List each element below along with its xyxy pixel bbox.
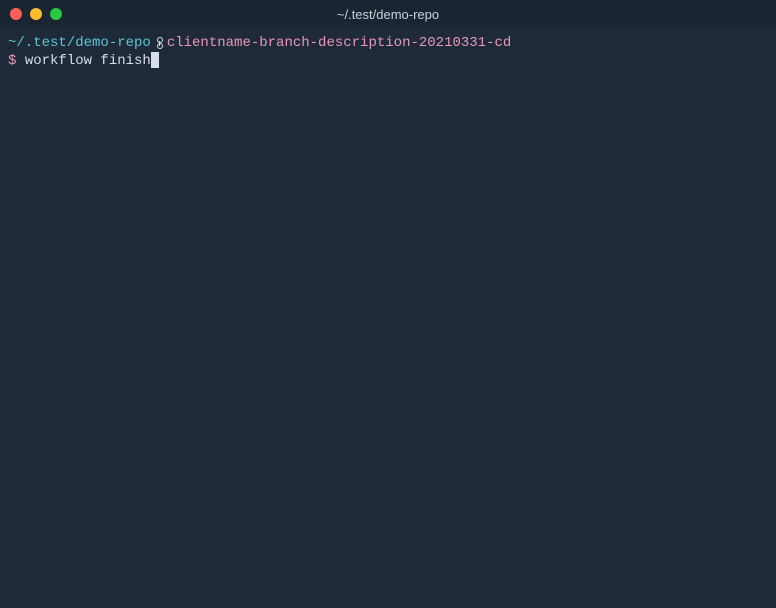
traffic-lights: [10, 8, 62, 20]
git-branch-icon: [155, 34, 165, 52]
window-title: ~/.test/demo-repo: [337, 7, 439, 22]
maximize-button[interactable]: [50, 8, 62, 20]
terminal-body[interactable]: ~/.test/demo-repo clientname-branch-desc…: [0, 28, 776, 76]
command-input[interactable]: workflow finish: [25, 52, 151, 70]
cwd-segment: ~/.test/demo-repo: [8, 34, 151, 52]
close-button[interactable]: [10, 8, 22, 20]
prompt-symbol: $: [8, 52, 16, 70]
prompt-line: ~/.test/demo-repo clientname-branch-desc…: [8, 34, 768, 52]
spacer: [16, 52, 24, 70]
cursor: [151, 52, 159, 68]
titlebar[interactable]: ~/.test/demo-repo: [0, 0, 776, 28]
branch-segment: clientname-branch-description-20210331-c…: [167, 34, 511, 52]
minimize-button[interactable]: [30, 8, 42, 20]
terminal-window: ~/.test/demo-repo ~/.test/demo-repo clie…: [0, 0, 776, 608]
command-line: $ workflow finish: [8, 52, 768, 70]
